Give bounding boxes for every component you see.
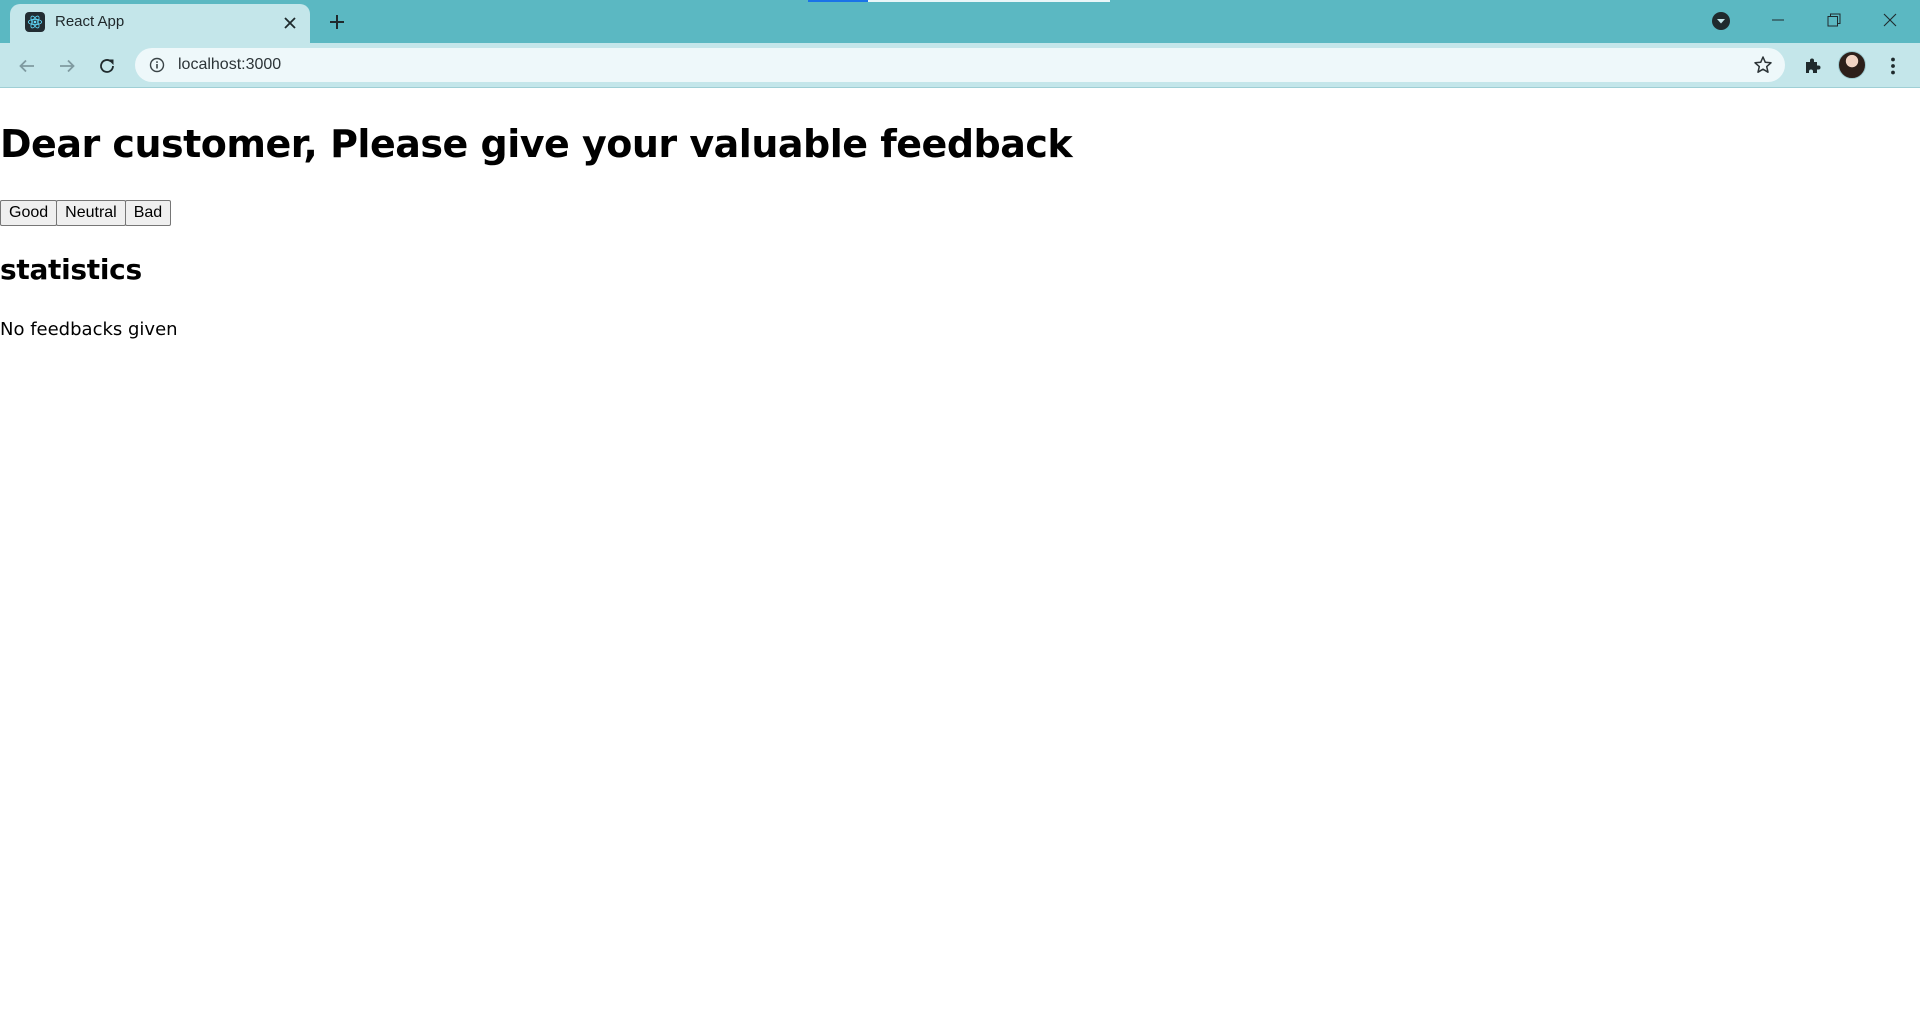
good-button[interactable]: Good (0, 200, 58, 226)
statistics-heading: statistics (0, 253, 142, 286)
address-bar[interactable]: localhost:3000 (135, 48, 1785, 82)
loading-indicator-track (868, 0, 1110, 2)
reload-icon[interactable] (92, 51, 122, 81)
close-tab-icon[interactable] (280, 13, 300, 33)
browser-toolbar: localhost:3000 (0, 43, 1920, 88)
back-arrow-icon[interactable] (12, 51, 42, 81)
browser-tab-active[interactable]: React App (10, 4, 310, 43)
site-info-icon[interactable] (149, 57, 165, 73)
loading-indicator (808, 0, 868, 2)
restore-window-icon[interactable] (1806, 0, 1862, 40)
page-title: Dear customer, Please give your valuable… (0, 122, 1073, 166)
page-content: Dear customer, Please give your valuable… (0, 89, 1920, 1016)
address-url[interactable]: localhost:3000 (178, 56, 281, 74)
bookmark-star-icon[interactable] (1753, 55, 1773, 75)
neutral-button[interactable]: Neutral (56, 200, 126, 226)
profile-avatar[interactable] (1838, 51, 1866, 79)
more-menu-icon[interactable] (1878, 51, 1908, 81)
tab-title: React App (55, 13, 125, 30)
extensions-puzzle-icon[interactable] (1797, 51, 1827, 81)
forward-arrow-icon[interactable] (52, 51, 82, 81)
minimize-window-icon[interactable] (1750, 0, 1806, 40)
browser-tabstrip: React App (0, 0, 1920, 43)
new-tab-plus-icon[interactable] (325, 10, 349, 34)
statistics-empty-message: No feedbacks given (0, 319, 178, 340)
feedback-button-group: Good Neutral Bad (0, 200, 172, 226)
tab-search-chevron-icon[interactable] (1710, 10, 1732, 32)
close-window-icon[interactable] (1862, 0, 1918, 40)
react-icon (25, 12, 45, 32)
bad-button[interactable]: Bad (124, 200, 172, 226)
